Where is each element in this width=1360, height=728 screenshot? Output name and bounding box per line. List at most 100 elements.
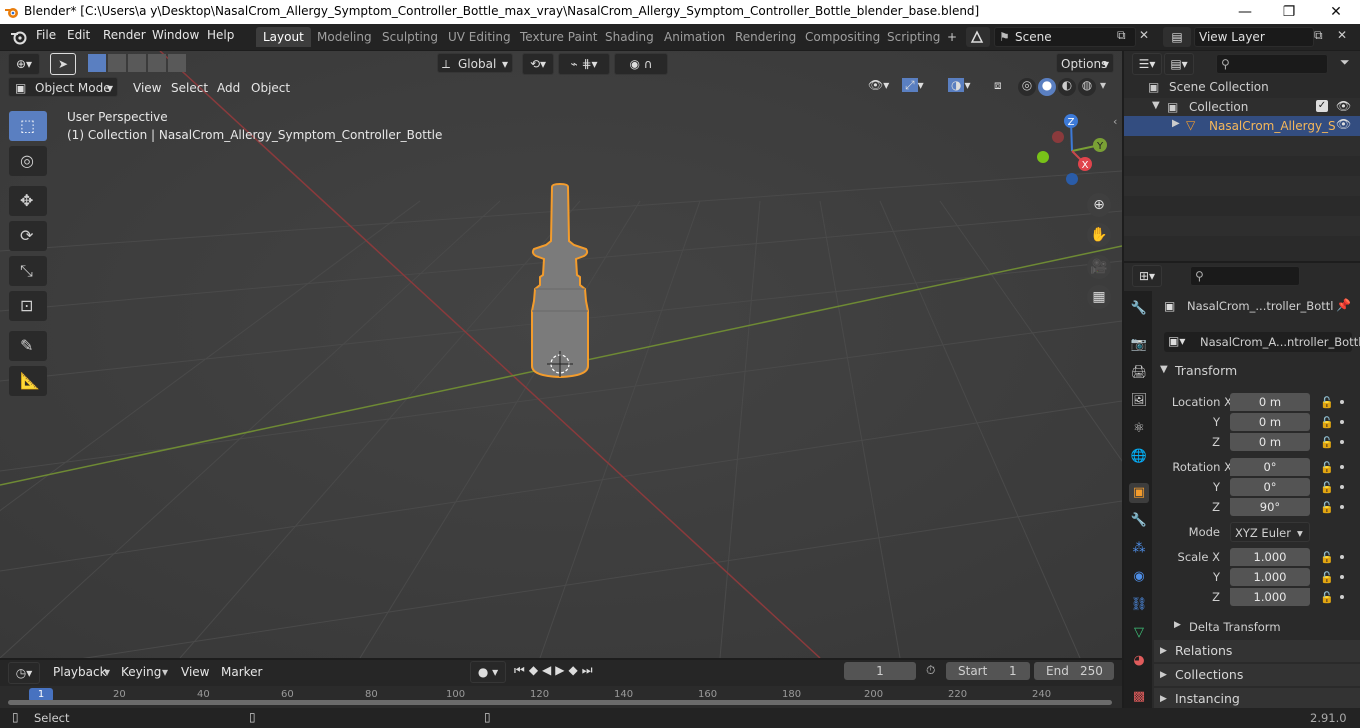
tool-annotate[interactable]: ✎ xyxy=(9,331,47,361)
select-box-subtract-icon[interactable] xyxy=(128,54,146,72)
prev-keyframe-icon[interactable]: ◆ xyxy=(529,663,542,677)
menu-help[interactable]: Help xyxy=(207,28,234,42)
timeline-ruler[interactable]: 1 20 40 60 80 100 120 140 160 180 200 22… xyxy=(0,686,1122,708)
scene-selector-button[interactable] xyxy=(966,27,990,47)
wireframe-shading-icon[interactable]: ◎ xyxy=(1018,78,1036,96)
keyframe-dot[interactable] xyxy=(1340,595,1344,599)
tool-rotate[interactable]: ⟳ xyxy=(9,221,47,251)
new-view-layer-icon[interactable]: ⧉ xyxy=(1314,28,1332,46)
delete-view-layer-icon[interactable]: ✕ xyxy=(1337,28,1355,46)
filter-icon[interactable]: ⏷ xyxy=(1340,55,1350,70)
keyframe-dot[interactable] xyxy=(1340,575,1344,579)
keyframe-dot[interactable] xyxy=(1340,465,1344,469)
overlay-toggle-icon[interactable]: ◑ ▾ xyxy=(948,78,988,98)
instancing-section-header[interactable]: ▶ Instancing xyxy=(1154,688,1360,708)
keyframe-dot[interactable] xyxy=(1340,400,1344,404)
location-z-field[interactable]: 0 m xyxy=(1230,433,1310,451)
select-box-extend-icon[interactable] xyxy=(108,54,126,72)
transform-orientation-dropdown[interactable]: ⟂ Global ▾ xyxy=(437,53,513,73)
view-layer-tab-icon[interactable]: 🖼 xyxy=(1129,391,1149,411)
tool-properties-tab-icon[interactable]: 🔧 xyxy=(1129,299,1149,319)
timeline-menu-marker[interactable]: Marker xyxy=(221,665,262,679)
delete-scene-icon[interactable]: ✕ xyxy=(1139,28,1157,46)
new-scene-icon[interactable]: ⧉ xyxy=(1117,28,1135,46)
shading-options-chevron-icon[interactable]: ▾ xyxy=(1100,78,1106,92)
tool-transform[interactable]: ⊡ xyxy=(9,291,47,321)
select-box-invert-icon[interactable] xyxy=(148,54,166,72)
tab-modeling[interactable]: Modeling xyxy=(310,27,379,47)
view-layer-field[interactable]: View Layer xyxy=(1194,27,1314,47)
lock-icon[interactable]: 🔓 xyxy=(1320,436,1334,449)
tab-uv-editing[interactable]: UV Editing xyxy=(441,27,518,47)
camera-view-icon[interactable]: 🎥 xyxy=(1087,255,1111,279)
select-tool-button[interactable]: ➤ xyxy=(50,53,76,75)
tab-layout[interactable]: Layout xyxy=(256,27,311,47)
viewport-menu-add[interactable]: Add xyxy=(217,81,240,95)
lock-icon[interactable]: 🔓 xyxy=(1320,551,1334,564)
location-x-field[interactable]: 0 m xyxy=(1230,393,1310,411)
outliner-row-collection[interactable]: ▼ ▣ Collection ✓ 👁 xyxy=(1124,98,1360,118)
texture-tab-icon[interactable]: ▩ xyxy=(1129,687,1149,707)
visibility-eye-icon[interactable]: 👁▾ xyxy=(868,78,896,98)
object-visibility-eye-icon[interactable]: 👁 xyxy=(1336,117,1351,131)
scene-name-field[interactable]: ⚑ Scene xyxy=(994,27,1136,47)
timeline-editor-type-button[interactable]: ◷▾ xyxy=(8,662,40,684)
scene-properties-tab-icon[interactable]: ⚛ xyxy=(1129,419,1149,439)
maximize-button[interactable]: ❐ xyxy=(1272,2,1306,22)
tab-sculpting[interactable]: Sculpting xyxy=(375,27,445,47)
tool-move[interactable]: ✥ xyxy=(9,186,47,216)
material-tab-icon[interactable]: ◕ xyxy=(1129,651,1149,671)
world-properties-tab-icon[interactable]: 🌐 xyxy=(1129,447,1149,467)
solid-shading-icon[interactable]: ● xyxy=(1038,78,1056,96)
physics-tab-icon[interactable]: ◉ xyxy=(1129,567,1149,587)
rotation-z-field[interactable]: 90° xyxy=(1230,498,1310,516)
collection-checkbox[interactable]: ✓ xyxy=(1316,100,1328,112)
viewport-menu-select[interactable]: Select xyxy=(171,81,208,95)
select-box-intersect-icon[interactable] xyxy=(168,54,186,72)
location-y-field[interactable]: 0 m xyxy=(1230,413,1310,431)
properties-search-input[interactable]: ⚲ xyxy=(1190,266,1300,286)
lock-icon[interactable]: 🔓 xyxy=(1320,481,1334,494)
keyframe-dot[interactable] xyxy=(1340,485,1344,489)
tab-compositing[interactable]: Compositing xyxy=(798,27,887,47)
timeline-menu-playback[interactable]: Playback xyxy=(53,665,107,679)
auto-keying-toggle[interactable]: ● ▾ xyxy=(470,661,506,683)
outliner-row-scene-collection[interactable]: ▣ Scene Collection xyxy=(1124,78,1360,98)
tab-shading[interactable]: Shading xyxy=(598,27,661,47)
rendered-shading-icon[interactable]: ◍ xyxy=(1078,78,1096,96)
keyframe-dot[interactable] xyxy=(1340,420,1344,424)
proportional-editing-toggle[interactable]: ◉ ∩ xyxy=(614,53,668,75)
pan-hand-icon[interactable]: ✋ xyxy=(1087,223,1111,247)
lock-icon[interactable]: 🔓 xyxy=(1320,501,1334,514)
expand-chevron-icon[interactable]: ▼ xyxy=(1152,100,1160,111)
particles-tab-icon[interactable]: ⁂ xyxy=(1129,539,1149,559)
keyframe-dot[interactable] xyxy=(1340,555,1344,559)
modifier-properties-tab-icon[interactable]: 🔧 xyxy=(1129,511,1149,531)
blender-menu-icon[interactable] xyxy=(10,28,28,46)
play-icon[interactable]: ▶ xyxy=(555,663,568,677)
gizmo-toggle-icon[interactable]: ⤢ ▾ xyxy=(902,78,942,98)
menu-render[interactable]: Render xyxy=(103,28,146,42)
properties-editor-type-button[interactable]: ⊞▾ xyxy=(1132,265,1162,287)
scale-x-field[interactable]: 1.000 xyxy=(1230,548,1310,566)
outliner-editor-type-button[interactable]: ☰▾ xyxy=(1132,53,1162,75)
add-workspace-button[interactable]: + xyxy=(940,27,964,47)
snap-toggle[interactable]: ⌁ ⋕▾ xyxy=(558,53,610,75)
render-properties-tab-icon[interactable]: 📷 xyxy=(1129,335,1149,355)
rotation-y-field[interactable]: 0° xyxy=(1230,478,1310,496)
scale-y-field[interactable]: 1.000 xyxy=(1230,568,1310,586)
tool-measure[interactable]: 📐 xyxy=(9,366,47,396)
lock-icon[interactable]: 🔓 xyxy=(1320,571,1334,584)
outliner-display-mode-button[interactable]: ▤▾ xyxy=(1164,53,1194,75)
select-box-new-icon[interactable] xyxy=(88,54,106,72)
menu-edit[interactable]: Edit xyxy=(67,28,90,42)
bottle-model[interactable] xyxy=(520,181,600,381)
rotation-x-field[interactable]: 0° xyxy=(1230,458,1310,476)
menu-file[interactable]: File xyxy=(36,28,56,42)
outliner-search-input[interactable]: ⚲ xyxy=(1216,54,1328,74)
pin-icon[interactable]: 📌 xyxy=(1336,298,1351,312)
next-keyframe-icon[interactable]: ◆ xyxy=(569,663,582,677)
jump-end-icon[interactable]: ⏭ xyxy=(582,663,597,677)
close-button[interactable]: ✕ xyxy=(1319,2,1353,22)
keyframe-dot[interactable] xyxy=(1340,440,1344,444)
